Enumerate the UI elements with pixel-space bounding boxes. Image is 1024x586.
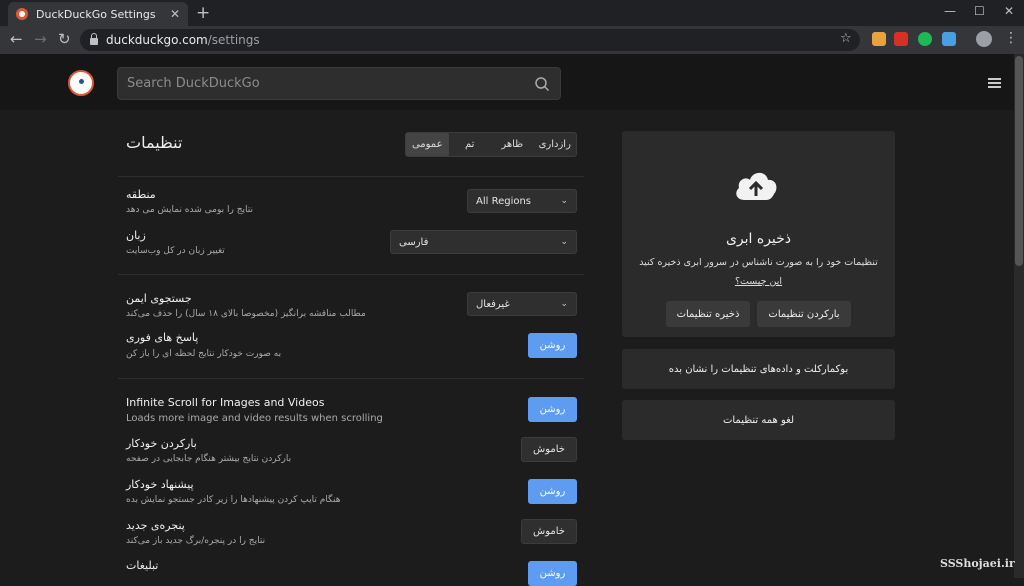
window-close-button[interactable]: ✕ [1004, 4, 1014, 18]
region-desc: نتایج را بومی شده نمایش می دهد [126, 205, 253, 215]
extension-blue-icon[interactable] [942, 32, 956, 46]
lock-icon [90, 32, 98, 45]
save-settings-button[interactable]: ذخیره تنظیمات [666, 301, 750, 327]
back-button[interactable]: ← [10, 30, 23, 48]
divider [118, 274, 584, 275]
reset-settings-button[interactable]: لغو همه تنظیمات [622, 400, 895, 440]
tab-privacy[interactable]: رازداری [534, 133, 577, 156]
cloud-save-card: ذخیره ابری تنظیمات خود را به صورت ناشناس… [622, 131, 895, 337]
autosuggest-label: پیشنهاد خودکار [126, 478, 194, 491]
language-desc: تغییر زبان در کل وب‌سایت [126, 246, 225, 256]
autosuggest-toggle[interactable]: روشن [528, 479, 577, 504]
cloud-desc: تنظیمات خود را به صورت ناشناس در سرور اب… [639, 257, 878, 268]
auto-load-toggle[interactable]: خاموش [521, 437, 577, 462]
profile-avatar-icon[interactable] [976, 31, 992, 47]
page-scrollbar[interactable] [1014, 54, 1024, 578]
cloud-upload-icon [736, 172, 777, 200]
new-tab-button[interactable]: + [196, 3, 210, 23]
search-input[interactable]: Search DuckDuckGo [117, 67, 561, 100]
chevron-down-icon: ⌄ [560, 196, 568, 206]
watermark-text: SSShojaei.ir [940, 557, 1015, 570]
bookmark-star-icon[interactable]: ☆ [840, 31, 852, 46]
region-value: All Regions [476, 195, 532, 207]
autosuggest-desc: هنگام تایپ کردن پیشنهادها را زیر کادر جس… [126, 495, 341, 505]
address-bar[interactable]: duckduckgo.com/settings [80, 29, 860, 51]
chevron-down-icon: ⌄ [560, 237, 568, 247]
show-bookmarklet-button[interactable]: بوکمارکلت و داده‌های تنظیمات را نشان بده [622, 349, 895, 389]
search-placeholder: Search DuckDuckGo [127, 76, 260, 91]
safe-search-value: غیرفعال [476, 298, 510, 310]
settings-tabs: عمومی تم ظاهر رازداری [405, 132, 577, 157]
tab-general[interactable]: عمومی [406, 133, 449, 156]
url-host: duckduckgo.com [106, 33, 208, 47]
scrollbar-thumb[interactable] [1015, 56, 1023, 266]
page-title: تنظیمات [126, 133, 183, 152]
instant-answers-desc: به صورت خودکار نتایج لحظه ای را باز کن [126, 349, 282, 359]
new-window-toggle[interactable]: خاموش [521, 519, 577, 544]
hamburger-menu-icon[interactable] [988, 78, 1001, 88]
site-header: Search DuckDuckGo [0, 54, 1014, 110]
infinite-scroll-toggle[interactable]: روشن [528, 397, 577, 422]
browser-tab-strip: DuckDuckGo Settings ✕ + — ☐ ✕ [0, 0, 1024, 26]
divider [118, 176, 584, 177]
infinite-scroll-desc: Loads more image and video results when … [126, 413, 383, 424]
safe-search-label: جستجوی ایمن [126, 292, 192, 305]
instant-answers-label: پاسخ های فوری [126, 331, 199, 344]
cloud-title: ذخیره ابری [725, 231, 792, 247]
ads-toggle[interactable]: روشن [528, 561, 577, 586]
region-select[interactable]: All Regions ⌄ [467, 189, 577, 213]
auto-load-desc: بارکردن نتایج بیشتر هنگام جابجایی در صفح… [126, 454, 292, 464]
duckduckgo-favicon-icon [16, 8, 28, 20]
reload-button[interactable]: ↻ [58, 30, 71, 48]
minimize-button[interactable]: — [944, 4, 956, 18]
infinite-scroll-label: Infinite Scroll for Images and Videos [126, 396, 325, 409]
url-path: /settings [207, 33, 260, 47]
safe-search-select[interactable]: غیرفعال ⌄ [467, 292, 577, 316]
forward-button[interactable]: → [34, 30, 47, 48]
extension-icon[interactable] [872, 32, 886, 46]
new-window-desc: نتایج را در پنجره/برگ جدید باز می‌کند [126, 536, 266, 546]
duckduckgo-logo-icon[interactable] [68, 70, 94, 96]
browser-menu-icon[interactable]: ⋮ [1004, 30, 1018, 46]
tab-close-icon[interactable]: ✕ [170, 7, 180, 21]
ads-label: تبلیغات [126, 559, 159, 572]
whats-this-link[interactable]: این چیست؟ [622, 276, 895, 287]
tab-title: DuckDuckGo Settings [36, 7, 156, 21]
safe-search-desc: مطالب مناقشه برانگیز (مخصوصا بالای ۱۸ سا… [126, 309, 366, 319]
search-icon[interactable] [534, 76, 550, 92]
language-value: فارسی [399, 236, 429, 248]
extension-record-icon[interactable] [894, 32, 908, 46]
chevron-down-icon: ⌄ [560, 299, 568, 309]
extension-green-icon[interactable] [918, 32, 932, 46]
divider [118, 378, 584, 379]
language-select[interactable]: فارسی ⌄ [390, 230, 577, 254]
load-settings-button[interactable]: بارکردن تنظیمات [757, 301, 851, 327]
language-label: زبان [126, 229, 146, 242]
tab-theme[interactable]: تم [449, 133, 492, 156]
instant-answers-toggle[interactable]: روشن [528, 333, 577, 358]
region-label: منطقه [126, 188, 156, 201]
browser-tab[interactable]: DuckDuckGo Settings ✕ [8, 2, 188, 26]
new-window-label: پنجره‌ی جدید [126, 519, 185, 532]
tab-appearance[interactable]: ظاهر [491, 133, 534, 156]
maximize-button[interactable]: ☐ [974, 4, 985, 18]
browser-toolbar: ← → ↻ duckduckgo.com/settings ☆ ⋮ [0, 26, 1024, 54]
auto-load-label: بارکردن خودکار [126, 437, 197, 450]
